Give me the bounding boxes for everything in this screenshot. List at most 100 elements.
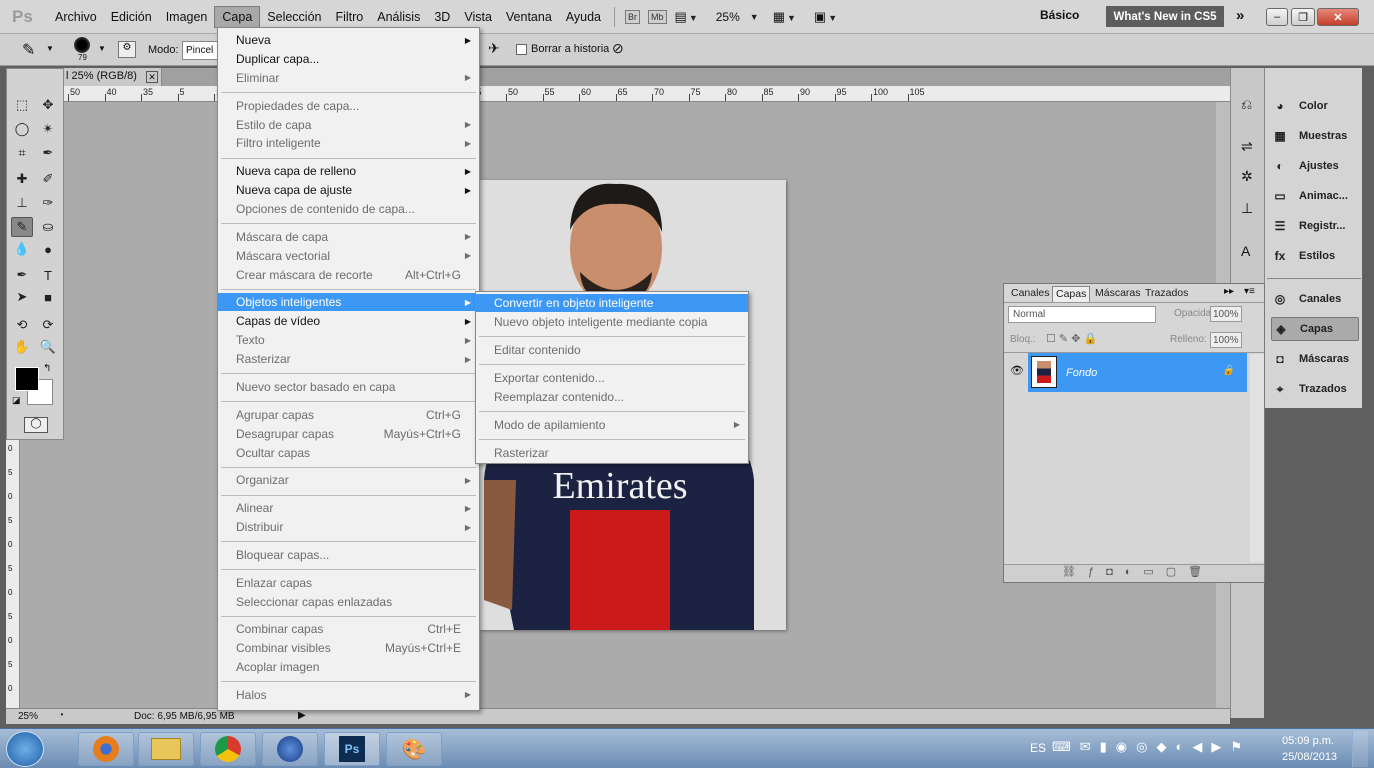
capa-menu-item-combinar-visibles[interactable]: Combinar visibles Mayús+Ctrl+E	[218, 639, 479, 657]
photoshop-taskbar-icon[interactable]: Ps	[324, 732, 380, 766]
move-tool-icon[interactable]: ✥	[37, 95, 59, 115]
brushes-panel-icon[interactable]: ✲	[1241, 168, 1253, 185]
capa-menu-item-organizar[interactable]: Organizar ▶	[218, 471, 479, 489]
clone-source-icon[interactable]: ⊥	[1241, 200, 1253, 217]
film-strip-icon[interactable]: ▤ ▼	[675, 9, 698, 25]
capa-menu-item-combinar-capas[interactable]: Combinar capas Ctrl+E	[218, 620, 479, 638]
menu-filtro[interactable]: Filtro	[328, 7, 370, 27]
fill-field[interactable]: 100%	[1210, 332, 1242, 348]
capa-menu-item-capas-de-video[interactable]: Capas de vídeo ▶	[218, 312, 479, 330]
language-indicator[interactable]: ES	[1030, 741, 1046, 755]
tray-icons[interactable]: ⌨✉▮◉◎◆◐◀▶⚑	[1052, 739, 1251, 755]
menu-archivo[interactable]: Archivo	[48, 7, 104, 27]
capa-menu-item-mascara-de-capa[interactable]: Máscara de capa ▶	[218, 228, 479, 246]
workspace-basico[interactable]: Básico	[1040, 8, 1079, 22]
quick-mask-icon[interactable]: ◯	[24, 417, 48, 433]
submenu-item-nuevo-objeto-inteligente-mediante-copia[interactable]: Nuevo objeto inteligente mediante copia	[476, 313, 748, 331]
panel-menu-icon[interactable]: ▾≡	[1244, 286, 1255, 297]
menu-edicion[interactable]: Edición	[104, 7, 159, 27]
capa-menu-item-distribuir[interactable]: Distribuir ▶	[218, 518, 479, 536]
pen-tool-icon[interactable]: ✒	[11, 265, 33, 285]
capa-menu-item-acoplar-imagen[interactable]: Acoplar imagen	[218, 658, 479, 676]
explorer-folder-icon[interactable]	[138, 732, 194, 766]
menu-3d[interactable]: 3D	[427, 7, 457, 27]
capa-menu-item-duplicar-capa[interactable]: Duplicar capa...	[218, 50, 479, 68]
crop-tool-icon[interactable]: ⌗	[11, 143, 33, 163]
dock-color[interactable]: ◕ Color	[1271, 94, 1359, 118]
more-workspaces-icon[interactable]: »	[1236, 7, 1244, 24]
3d-orbit-icon[interactable]: ⟳	[37, 315, 59, 335]
submenu-item-rasterizar[interactable]: Rasterizar	[476, 444, 748, 462]
capa-menu-item-nueva-capa-de-relleno[interactable]: Nueva capa de relleno ▶	[218, 162, 479, 180]
dock-mascaras[interactable]: ◘ Máscaras	[1271, 347, 1359, 371]
mini-bridge-button[interactable]: Mb	[648, 9, 667, 24]
firefox-icon[interactable]	[78, 732, 134, 766]
capa-menu-item-desagrupar-capas[interactable]: Desagrupar capas Mayús+Ctrl+G	[218, 425, 479, 443]
type-tool-icon[interactable]: T	[37, 265, 59, 285]
magic-wand-icon[interactable]: ✴	[37, 119, 59, 139]
layer-row-fondo[interactable]: Fondo 🔒	[1028, 353, 1247, 392]
capa-menu-item-estilo-de-capa[interactable]: Estilo de capa ▶	[218, 116, 479, 134]
lock-icons[interactable]: ☐ ✎ ✥ 🔒	[1046, 332, 1097, 345]
eraser-tool-icon[interactable]: ✎	[11, 217, 33, 237]
eraser-tool-icon[interactable]: ✎	[22, 40, 35, 60]
capa-menu-item-ocultar-capas[interactable]: Ocultar capas	[218, 444, 479, 462]
marquee-tool-icon[interactable]: ⬚	[11, 95, 33, 115]
brush-preview[interactable]	[74, 37, 90, 53]
tab-capas[interactable]: Capas	[1052, 286, 1091, 302]
submenu-item-exportar-contenido[interactable]: Exportar contenido...	[476, 369, 748, 387]
dock-registro[interactable]: ☰ Registr...	[1271, 214, 1359, 238]
tab-canales[interactable]: Canales	[1008, 286, 1053, 302]
capa-menu-item-enlazar-capas[interactable]: Enlazar capas	[218, 574, 479, 592]
whats-new-button[interactable]: What's New in CS5	[1106, 6, 1224, 27]
dock-muestras[interactable]: ▦ Muestras	[1271, 124, 1359, 148]
close-button[interactable]: ✕	[1317, 8, 1359, 26]
capa-menu-item-rasterizar[interactable]: Rasterizar ▶	[218, 350, 479, 368]
capa-menu-item-propiedades-de-capa[interactable]: Propiedades de capa...	[218, 97, 479, 115]
capa-menu-item-texto[interactable]: Texto ▶	[218, 331, 479, 349]
submenu-item-convertir-en-objeto-inteligente[interactable]: Convertir en objeto inteligente	[476, 294, 748, 312]
hand-tool-icon[interactable]: ✋	[11, 337, 33, 357]
dock-canales[interactable]: ◎ Canales	[1271, 287, 1359, 311]
dock-trazados[interactable]: ⌖ Trazados	[1271, 377, 1359, 401]
bridge-button[interactable]: Br	[625, 9, 641, 24]
blend-mode-select[interactable]: Normal	[1008, 306, 1156, 323]
capa-menu-item-crear-mascara-de-recorte[interactable]: Crear máscara de recorte Alt+Ctrl+G	[218, 266, 479, 284]
menu-imagen[interactable]: Imagen	[159, 7, 215, 27]
tab-trazados[interactable]: Trazados	[1142, 286, 1191, 302]
3d-rotate-icon[interactable]: ⟲	[11, 315, 33, 335]
layers-footer-icons[interactable]: ⛓ƒ◘◐▭▢🗑	[1004, 564, 1264, 582]
screen-mode-icon[interactable]: ▣ ▼	[814, 9, 837, 25]
path-select-icon[interactable]: ➤	[11, 287, 33, 307]
status-zoom[interactable]: 25%	[18, 711, 38, 722]
capa-menu-item-filtro-inteligente[interactable]: Filtro inteligente ▶	[218, 134, 479, 152]
clock-time[interactable]: 05:09 p.m.	[1282, 735, 1334, 747]
dodge-tool-icon[interactable]: ●	[37, 239, 59, 259]
brush-dropdown-icon[interactable]: ▼	[98, 44, 106, 53]
capa-menu-item-bloquear-capas[interactable]: Bloquear capas...	[218, 546, 479, 564]
capa-menu-item-nueva-capa-de-ajuste[interactable]: Nueva capa de ajuste ▶	[218, 181, 479, 199]
chrome-icon[interactable]	[200, 732, 256, 766]
close-tab-icon[interactable]: ✕	[146, 71, 158, 83]
shape-tool-icon[interactable]: ■	[37, 287, 59, 307]
dock-estilos[interactable]: fx Estilos	[1271, 244, 1359, 268]
dock-animacion[interactable]: ▭ Animac...	[1271, 184, 1359, 208]
globe-app-icon[interactable]	[262, 732, 318, 766]
arrange-documents-icon[interactable]: ▦ ▼	[773, 9, 796, 25]
clone-stamp-icon[interactable]: ⊥	[11, 193, 33, 213]
tablet-pressure-icon[interactable]: ⊘	[612, 40, 624, 57]
eyedropper-icon[interactable]: ✒	[37, 143, 59, 163]
capa-menu-item-nuevo-sector-basado-en-capa[interactable]: Nuevo sector basado en capa	[218, 378, 479, 396]
zoom-tool-icon[interactable]: 🔍	[37, 337, 59, 357]
actions-panel-icon[interactable]: ⇌	[1241, 138, 1253, 155]
status-menu-arrow-icon[interactable]: ▶	[298, 710, 306, 721]
submenu-item-editar-contenido[interactable]: Editar contenido	[476, 341, 748, 359]
blur-tool-icon[interactable]: 💧	[11, 239, 33, 259]
capa-menu-item-objetos-inteligentes[interactable]: Objetos inteligentes ▶	[218, 293, 479, 312]
brush-tool-icon[interactable]: ✐	[37, 169, 59, 189]
start-button[interactable]	[6, 731, 44, 767]
mode-select[interactable]: Pincel	[182, 41, 222, 60]
dock-ajustes[interactable]: ◐ Ajustes	[1271, 154, 1359, 178]
capa-menu-item-nueva[interactable]: Nueva ▶	[218, 31, 479, 49]
visibility-eye-icon[interactable]: 👁	[1010, 364, 1024, 377]
